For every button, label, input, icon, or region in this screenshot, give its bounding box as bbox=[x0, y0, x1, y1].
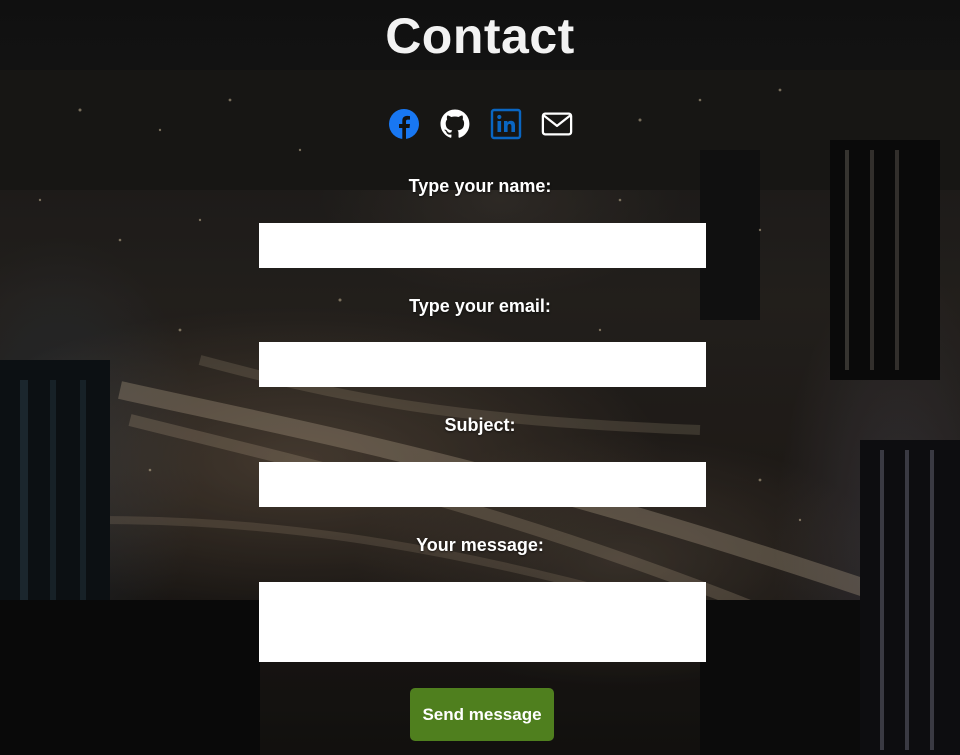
message-textarea[interactable] bbox=[259, 582, 706, 662]
subject-input[interactable] bbox=[259, 462, 706, 507]
message-label: Your message: bbox=[416, 535, 544, 555]
mail-icon bbox=[541, 112, 572, 136]
linkedin-icon bbox=[490, 108, 521, 140]
mail-link[interactable] bbox=[541, 107, 573, 141]
github-link[interactable] bbox=[439, 107, 471, 141]
social-links bbox=[0, 107, 960, 141]
github-icon bbox=[440, 109, 469, 138]
name-input[interactable] bbox=[259, 223, 706, 268]
name-label: Type your name: bbox=[408, 176, 552, 196]
email-input[interactable] bbox=[259, 342, 706, 387]
subject-label: Subject: bbox=[444, 415, 516, 435]
facebook-link[interactable] bbox=[388, 107, 420, 141]
facebook-icon bbox=[388, 109, 419, 139]
linkedin-link[interactable] bbox=[490, 107, 522, 141]
send-message-button[interactable]: Send message bbox=[410, 688, 554, 741]
page-title: Contact bbox=[385, 8, 575, 64]
email-label: Type your email: bbox=[409, 296, 551, 316]
